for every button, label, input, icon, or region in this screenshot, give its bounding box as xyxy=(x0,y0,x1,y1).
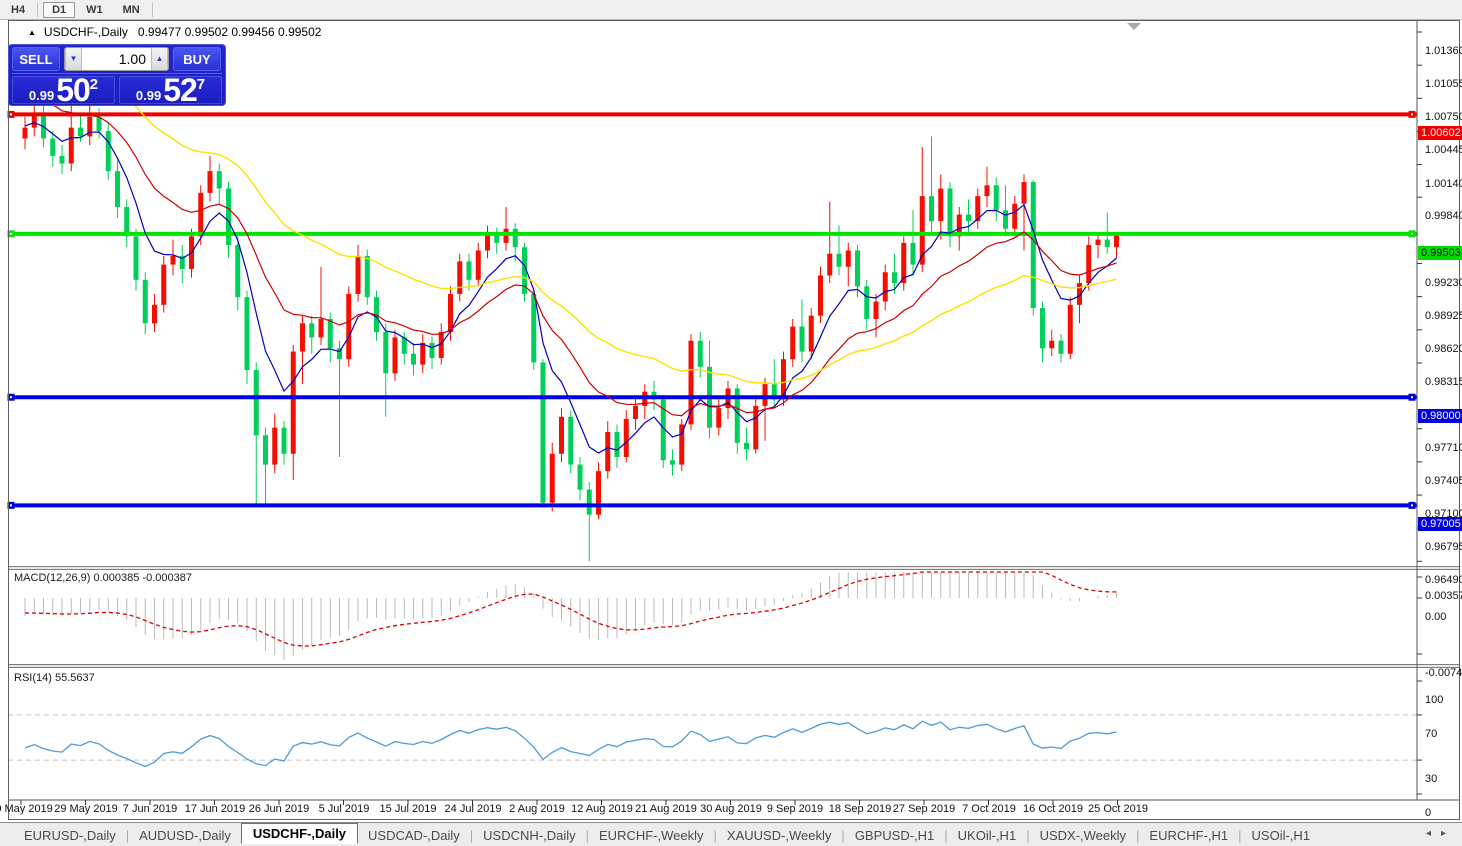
buy-price-sup: 7 xyxy=(197,79,205,91)
tab-scroll-left-icon[interactable]: ◂ xyxy=(1426,828,1441,839)
chart-symbol-label: USDCHF-,Daily xyxy=(44,25,128,39)
price-line-badge: 1.00602 xyxy=(1418,126,1462,140)
toolbar-separator xyxy=(152,3,153,17)
price-axis-label: 0.96490 xyxy=(1425,574,1462,586)
date-axis-label: 18 Sep 2019 xyxy=(829,803,891,815)
price-line-badge: 0.97005 xyxy=(1418,517,1462,531)
main-chart-canvas[interactable] xyxy=(0,19,1462,822)
timeframe-button-mn[interactable]: MN xyxy=(114,2,149,18)
date-axis-label: 25 Oct 2019 xyxy=(1088,803,1148,815)
volume-decrease-button[interactable]: ▼ xyxy=(65,48,82,70)
macd-axis-label: 0.00 xyxy=(1425,611,1446,623)
sell-price-big: 50 xyxy=(56,77,90,103)
price-axis-label: 0.98925 xyxy=(1425,310,1462,322)
date-axis-label: 27 Sep 2019 xyxy=(893,803,955,815)
price-line-badge: 0.99503 xyxy=(1418,246,1462,260)
chart-tab-audusd-daily[interactable]: AUDUSD-,Daily xyxy=(129,828,241,843)
rsi-axis-label: 30 xyxy=(1425,773,1437,785)
date-axis-label: 12 Aug 2019 xyxy=(571,803,633,815)
price-axis-label: 0.99230 xyxy=(1425,277,1462,289)
date-axis-label: 21 Aug 2019 xyxy=(635,803,697,815)
chart-title: ▲ USDCHF-,Daily 0.99477 0.99502 0.99456 0.… xyxy=(28,25,321,39)
price-axis-label: 1.00750 xyxy=(1425,111,1462,123)
toolbar-separator xyxy=(37,3,38,17)
timeframe-button-w1[interactable]: W1 xyxy=(77,2,112,18)
symbol-tab-bar: EURUSD-,Daily|AUDUSD-,DailyUSDCHF-,Daily… xyxy=(0,822,1462,846)
chart-tab-usdcnh-daily[interactable]: USDCNH-,Daily xyxy=(473,828,585,843)
rsi-indicator-label: RSI(14) 55.5637 xyxy=(14,672,95,684)
price-axis-label: 1.00445 xyxy=(1425,144,1462,156)
timeframe-button-h4[interactable]: H4 xyxy=(2,2,34,18)
mt4-window: H4 D1W1MN ▲ USDCHF-,Daily 0.99477 0.99502 0… xyxy=(0,0,1462,846)
rsi-axis-label: 70 xyxy=(1425,728,1437,740)
date-axis-label: 17 Jun 2019 xyxy=(185,803,246,815)
chart-tab-xauusd-weekly[interactable]: XAUUSD-,Weekly xyxy=(717,828,842,843)
volume-spinner: ▼ ▲ xyxy=(64,47,169,71)
one-click-trading-panel: SELL ▼ ▲ BUY 0.99502 0.99527 xyxy=(8,44,226,106)
sell-price-display[interactable]: 0.99502 xyxy=(12,76,115,104)
chart-tab-eurchf-h1[interactable]: EURCHF-,H1 xyxy=(1139,828,1238,843)
date-axis-label: 30 Aug 2019 xyxy=(700,803,762,815)
date-axis-label: 29 May 2019 xyxy=(54,803,118,815)
price-axis-label: 0.96795 xyxy=(1425,541,1462,553)
date-axis-label: 16 Oct 2019 xyxy=(1023,803,1083,815)
price-axis-label: 0.98315 xyxy=(1425,376,1462,388)
timeframe-button-d1[interactable]: D1 xyxy=(43,2,75,18)
buy-button[interactable]: BUY xyxy=(173,47,221,71)
volume-increase-button[interactable]: ▲ xyxy=(151,48,168,70)
buy-price-small: 0.99 xyxy=(136,88,161,103)
macd-indicator-label: MACD(12,26,9) 0.000385 -0.000387 xyxy=(14,572,192,584)
date-axis-label: 9 Sep 2019 xyxy=(767,803,823,815)
buy-price-big: 52 xyxy=(163,77,197,103)
chart-ohlc-values: 0.99477 0.99502 0.99456 0.99502 xyxy=(138,25,322,39)
macd-axis-label: 0.003574 xyxy=(1425,590,1462,602)
date-axis-label: 7 Jun 2019 xyxy=(123,803,177,815)
price-line-badge: 0.98000 xyxy=(1418,409,1462,423)
chart-window: ▲ USDCHF-,Daily 0.99477 0.99502 0.99456 0.… xyxy=(0,19,1462,822)
collapse-arrow-icon[interactable]: ▲ xyxy=(28,28,36,37)
rsi-axis-label: 0 xyxy=(1425,807,1431,819)
chart-tab-usoil-h1[interactable]: USOil-,H1 xyxy=(1242,828,1321,843)
chart-tab-eurchf-weekly[interactable]: EURCHF-,Weekly xyxy=(589,828,714,843)
timeframe-toolbar: H4 D1W1MN xyxy=(0,0,1462,20)
sell-price-small: 0.99 xyxy=(29,88,54,103)
chart-tab-usdchf-daily[interactable]: USDCHF-,Daily xyxy=(241,823,358,844)
sell-button[interactable]: SELL xyxy=(12,47,60,71)
volume-input[interactable] xyxy=(82,48,151,70)
price-axis-label: 1.00140 xyxy=(1425,178,1462,190)
price-axis-label: 1.01055 xyxy=(1425,78,1462,90)
tab-scroll-right-icon[interactable]: ▸ xyxy=(1441,828,1456,839)
chart-tab-ukoil-h1[interactable]: UKOil-,H1 xyxy=(948,828,1027,843)
date-axis-label: 26 Jun 2019 xyxy=(249,803,310,815)
rsi-axis-label: 100 xyxy=(1425,694,1443,706)
date-axis-label: 24 Jul 2019 xyxy=(445,803,502,815)
chart-tab-gbpusd-h1[interactable]: GBPUSD-,H1 xyxy=(845,828,944,843)
price-axis-label: 0.97710 xyxy=(1425,442,1462,454)
date-axis-label: 20 May 2019 xyxy=(0,803,53,815)
date-axis-label: 15 Jul 2019 xyxy=(380,803,437,815)
date-axis-label: 7 Oct 2019 xyxy=(962,803,1016,815)
price-axis-label: 0.97405 xyxy=(1425,475,1462,487)
date-axis-label: 5 Jul 2019 xyxy=(319,803,370,815)
sell-price-sup: 2 xyxy=(90,79,98,91)
tab-scroll-arrows: ◂▸ xyxy=(1426,828,1456,839)
price-axis-label: 1.01360 xyxy=(1425,45,1462,57)
price-axis-label: 0.99840 xyxy=(1425,210,1462,222)
chart-tab-eurusd-daily[interactable]: EURUSD-,Daily xyxy=(14,828,126,843)
date-axis-label: 2 Aug 2019 xyxy=(509,803,565,815)
buy-price-display[interactable]: 0.99527 xyxy=(119,76,222,104)
chart-tab-usdx-weekly[interactable]: USDX-,Weekly xyxy=(1030,828,1136,843)
macd-axis-label: -0.00749 xyxy=(1425,667,1462,679)
chart-tab-usdcad-daily[interactable]: USDCAD-,Daily xyxy=(358,828,470,843)
price-axis-label: 0.98620 xyxy=(1425,343,1462,355)
